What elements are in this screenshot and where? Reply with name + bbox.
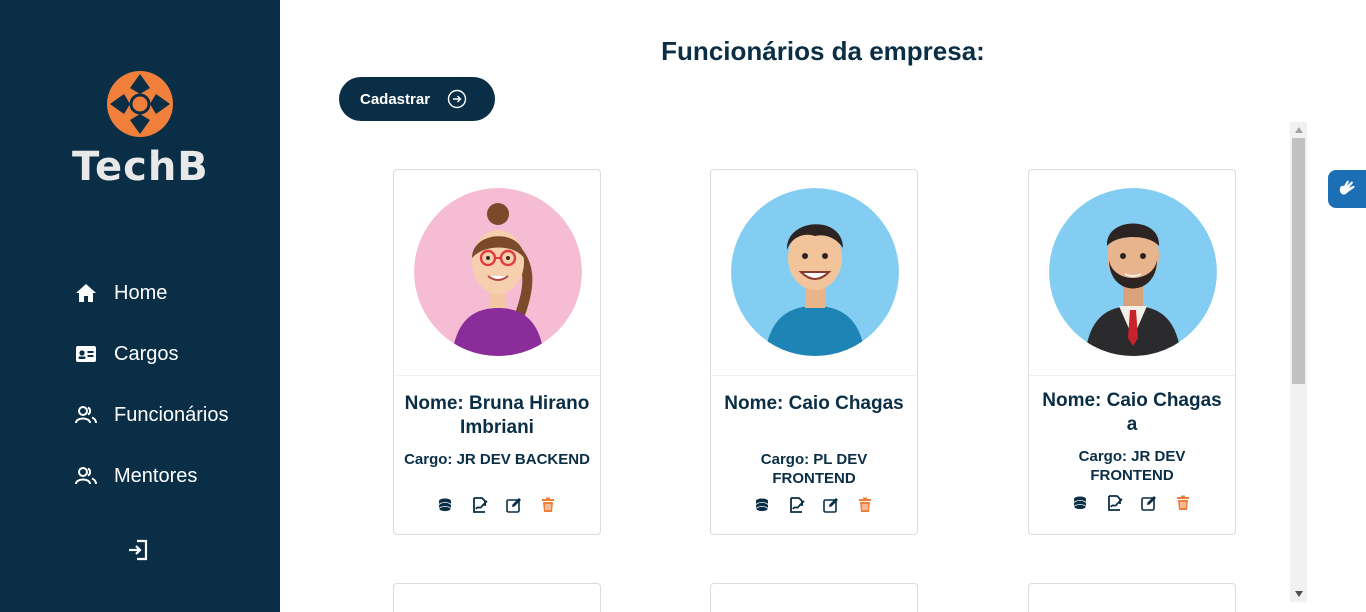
users-icon	[74, 464, 98, 488]
scroll-thumb[interactable]	[1292, 138, 1305, 384]
employee-grid: Nome: Bruna Hirano Imbriani Cargo: JR DE…	[340, 122, 1307, 612]
cadastrar-label: Cadastrar	[360, 90, 431, 108]
caret-down-icon	[1294, 591, 1303, 597]
signature-icon[interactable]	[1106, 494, 1124, 512]
signature-icon[interactable]	[471, 496, 489, 514]
employee-card: Nome: Caio Chagas a Cargo: JR DEV FRONTE…	[1028, 169, 1236, 535]
users-icon	[74, 403, 98, 427]
trash-icon[interactable]	[1174, 494, 1192, 512]
logo-text: TechB	[72, 144, 209, 190]
employee-card	[1028, 583, 1236, 612]
sidebar-item-home[interactable]: Home	[74, 275, 167, 311]
cadastrar-button[interactable]: Cadastrar	[339, 77, 495, 121]
woman-glasses-avatar	[414, 188, 582, 356]
scroll-down-button[interactable]	[1290, 586, 1307, 602]
employee-name: Nome: Bruna Hirano Imbriani	[404, 393, 590, 438]
sidebar-item-funcionarios[interactable]: Funcionários	[74, 397, 229, 433]
card-divider	[394, 375, 600, 376]
employee-card: Nome: Bruna Hirano Imbriani Cargo: JR DE…	[393, 169, 601, 535]
employee-card	[710, 583, 918, 612]
sidebar-item-label: Mentores	[114, 464, 198, 487]
card-actions	[711, 496, 917, 514]
edit-icon[interactable]	[1140, 494, 1158, 512]
employee-card	[393, 583, 601, 612]
card-divider	[1029, 375, 1235, 376]
caret-up-icon	[1294, 127, 1303, 133]
sidebar-item-cargos[interactable]: Cargos	[74, 336, 178, 372]
signature-icon[interactable]	[788, 496, 806, 514]
coins-icon[interactable]	[754, 496, 772, 514]
sidebar-item-mentores[interactable]: Mentores	[74, 458, 197, 494]
arrow-right-circle-icon	[447, 89, 467, 109]
sign-language-icon	[1339, 180, 1355, 195]
sidebar-item-label: Home	[114, 281, 168, 304]
sidebar-item-label: Cargos	[114, 342, 179, 365]
employee-cargo: Cargo: JR DEV BACKEND	[404, 451, 590, 468]
employee-cargo: Cargo: PL DEV FRONTEND	[760, 451, 868, 487]
employee-name: Nome: Caio Chagas	[724, 393, 904, 414]
man-suit-avatar	[1049, 188, 1217, 356]
scroll-up-button[interactable]	[1290, 122, 1307, 138]
id-card-icon	[74, 342, 98, 366]
employee-name: Nome: Caio Chagas a	[1042, 390, 1222, 435]
logo-mark-icon	[107, 71, 173, 137]
sidebar-item-label: Funcionários	[114, 403, 229, 426]
scrollbar[interactable]	[1290, 122, 1307, 602]
employee-card: Nome: Caio Chagas Cargo: PL DEV FRONTEND	[710, 169, 918, 535]
edit-icon[interactable]	[822, 496, 840, 514]
coins-icon[interactable]	[437, 496, 455, 514]
page-title: Funcionários da empresa:	[661, 36, 985, 66]
logout-button[interactable]	[124, 536, 152, 564]
card-actions	[1029, 494, 1235, 512]
trash-icon[interactable]	[856, 496, 874, 514]
coins-icon[interactable]	[1072, 494, 1090, 512]
app-root: TechB Home Cargos Funcionários Mentores	[0, 0, 1366, 612]
card-divider	[711, 375, 917, 376]
man-tshirt-avatar	[731, 188, 899, 356]
employee-cargo: Cargo: JR DEV FRONTEND	[1078, 448, 1186, 484]
logo: TechB	[70, 70, 210, 190]
edit-icon[interactable]	[505, 496, 523, 514]
home-icon	[74, 281, 98, 305]
accessibility-widget-button[interactable]	[1328, 170, 1366, 208]
sidebar: TechB Home Cargos Funcionários Mentores	[0, 0, 280, 612]
trash-icon[interactable]	[539, 496, 557, 514]
logout-icon	[129, 539, 148, 561]
card-actions	[394, 496, 600, 514]
